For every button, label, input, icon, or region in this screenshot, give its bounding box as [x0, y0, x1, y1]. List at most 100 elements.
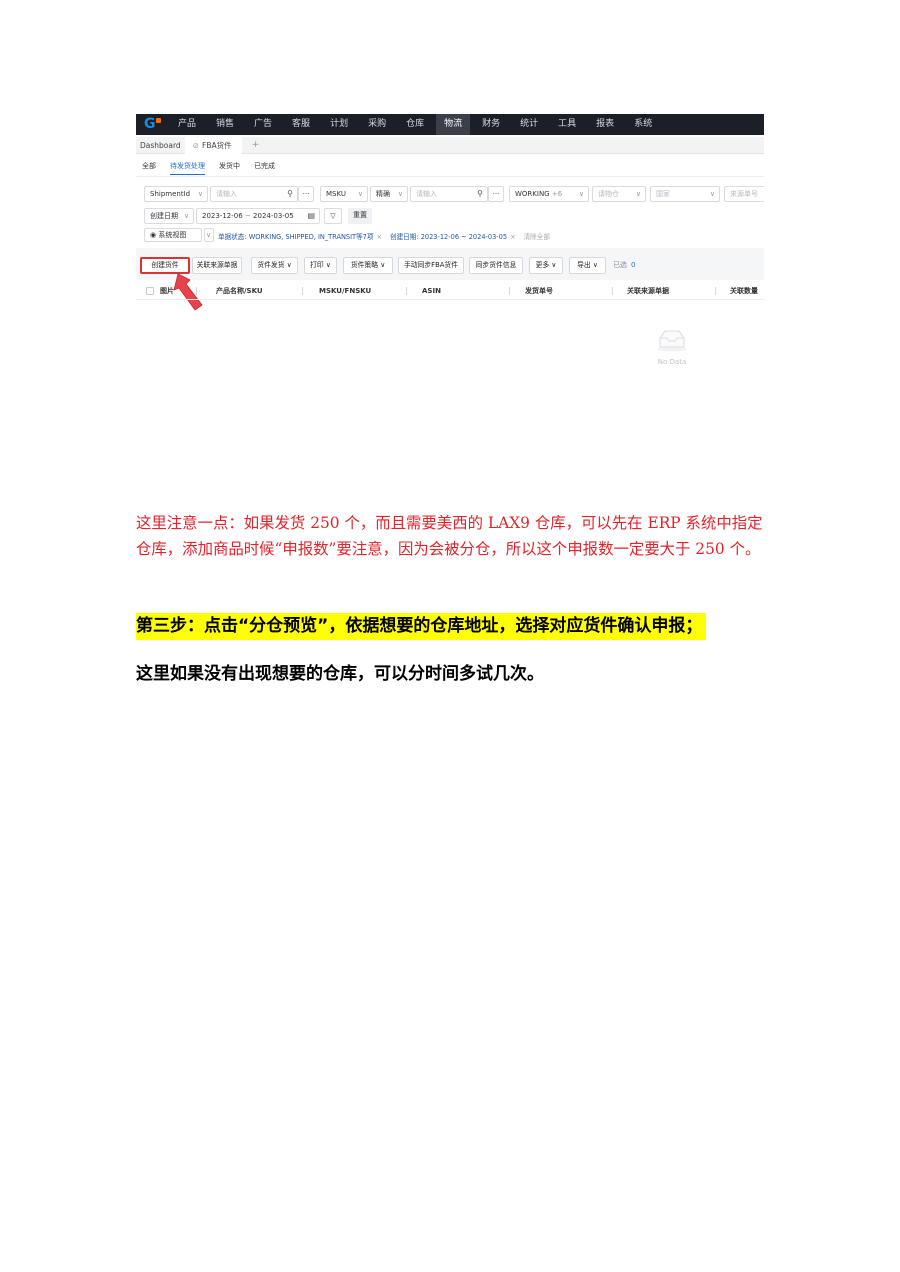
nav-item-plan[interactable]: 计划 — [322, 114, 356, 135]
chevron-down-icon: ∨ — [325, 261, 331, 269]
export-button[interactable]: 导出 ∨ — [569, 257, 606, 274]
logistics-select[interactable]: 请物仓 ∨ — [592, 186, 646, 202]
shipment-id-select[interactable]: ShipmentId ∨ — [144, 186, 208, 202]
date-chip[interactable]: 创建日期: 2023-12-06 ~ 2024-03-05 × — [390, 231, 516, 241]
add-tab-button[interactable]: + — [252, 140, 260, 150]
pin-icon: ⊘ — [192, 140, 199, 150]
nav-item-stats[interactable]: 统计 — [512, 114, 546, 135]
view-dropdown[interactable]: ∨ — [204, 228, 214, 242]
manual-sync-button[interactable]: 手动同步FBA货件 — [398, 257, 464, 274]
nav-item-tools[interactable]: 工具 — [550, 114, 584, 135]
selected-count: 已选 0 — [613, 257, 635, 274]
col-asin: ASIN — [422, 287, 441, 295]
tab-fba-label: FBA货件 — [202, 140, 232, 150]
nav-item-product[interactable]: 产品 — [170, 114, 204, 135]
system-view-label: 系统视图 — [158, 231, 187, 239]
divider — [136, 176, 764, 177]
date-type-select[interactable]: 创建日期 ∨ — [144, 208, 194, 224]
chevron-down-icon: ∨ — [551, 261, 557, 269]
source-no-placeholder: 来源单号 — [730, 190, 758, 198]
nav-item-logistics[interactable]: 物流 — [436, 114, 471, 135]
column-divider — [196, 287, 197, 295]
status-more-count: +6 — [551, 190, 563, 198]
nav-item-purchase[interactable]: 采购 — [360, 114, 394, 135]
tab-fba-shipment[interactable]: ⊘ FBA货件 — [184, 136, 242, 154]
nav-item-sales[interactable]: 销售 — [208, 114, 242, 135]
msku-label: MSKU — [326, 190, 347, 198]
shipment-dispatch-button[interactable]: 货件发货 ∨ — [251, 257, 298, 274]
msku-input[interactable]: 请输入 ⚲ — [410, 186, 488, 202]
shipment-id-label: ShipmentId — [150, 190, 191, 198]
status-chip-label: 单据状态: WORKING, SHIPPED, IN_TRANSIT等7项 — [218, 233, 374, 241]
advanced-filter-button[interactable]: ▽ — [324, 208, 342, 224]
more-options-button[interactable]: ··· — [488, 186, 504, 202]
col-linked-qty: 关联数量 — [730, 287, 758, 295]
country-select[interactable]: 国家 ∨ — [650, 186, 720, 202]
strategy-label: 货件策略 — [350, 261, 379, 269]
more-options-button[interactable]: ··· — [298, 186, 314, 202]
chevron-down-icon: ∨ — [286, 261, 292, 269]
col-shipment-no: 发货单号 — [525, 287, 553, 295]
country-placeholder: 国家 — [656, 190, 670, 198]
date-range-picker[interactable]: 2023-12-06 ~ 2024-03-05 ▤ — [196, 208, 320, 224]
shipment-strategy-button[interactable]: 货件策略 ∨ — [343, 257, 393, 274]
date-start: 2023-12-06 — [202, 212, 243, 220]
top-nav-bar: G 产品 销售 广告 客服 计划 采购 仓库 物流 财务 统计 工具 报表 系统 — [136, 114, 764, 135]
tab-dashboard[interactable]: Dashboard — [136, 137, 185, 154]
msku-select[interactable]: MSKU ∨ — [320, 186, 368, 202]
col-source-doc: 关联来源单据 — [627, 287, 669, 295]
nav-item-warehouse[interactable]: 仓库 — [398, 114, 432, 135]
subtab-done[interactable]: 已完成 — [254, 161, 275, 175]
chevron-down-icon: ∨ — [709, 190, 715, 198]
step-three-heading: 第三步：点击“分仓预览”，依据想要的仓库地址，选择对应货件确认申报； — [136, 613, 707, 640]
column-divider — [509, 287, 510, 295]
nav-item-finance[interactable]: 财务 — [474, 114, 508, 135]
close-icon[interactable]: × — [376, 233, 382, 241]
subtab-all[interactable]: 全部 — [142, 161, 156, 175]
nav-item-reports[interactable]: 报表 — [588, 114, 622, 135]
source-no-input[interactable]: 来源单号 — [724, 186, 764, 202]
selected-value: 0 — [631, 261, 636, 269]
status-chip[interactable]: 单据状态: WORKING, SHIPPED, IN_TRANSIT等7项 × — [218, 231, 382, 241]
app-logo[interactable]: G — [136, 114, 166, 135]
search-icon: ⚲ — [477, 189, 483, 198]
reset-button[interactable]: 重置 — [348, 208, 372, 224]
more-button[interactable]: 更多 ∨ — [529, 257, 563, 274]
subtab-shipping[interactable]: 发货中 — [219, 161, 240, 175]
eye-icon: ◉ — [150, 231, 157, 239]
clear-all-link[interactable]: 清除全部 — [524, 231, 550, 241]
print-button[interactable]: 打印 ∨ — [304, 257, 337, 274]
chevron-down-icon: ∨ — [380, 261, 386, 269]
chevron-down-icon: ∨ — [578, 190, 584, 198]
calendar-icon: ▤ — [307, 211, 315, 220]
print-label: 打印 — [310, 261, 324, 269]
chevron-down-icon: ∨ — [197, 190, 203, 198]
match-mode-select[interactable]: 精确 ∨ — [370, 186, 408, 202]
col-msku-fnsku: MSKU/FNSKU — [319, 287, 372, 295]
retry-note: 这里如果没有出现想要的仓库，可以分时间多试几次。 — [136, 664, 544, 684]
empty-inbox-icon — [657, 330, 687, 352]
subtab-pending[interactable]: 待发货处理 — [170, 161, 205, 175]
status-value: WORKING — [515, 190, 550, 198]
system-view-select[interactable]: ◉ 系统视图 — [144, 228, 202, 242]
export-label: 导出 — [577, 261, 591, 269]
nav-item-system[interactable]: 系统 — [626, 114, 660, 135]
date-separator: ~ — [244, 212, 251, 220]
reset-label: 重置 — [353, 211, 367, 219]
nav-item-ads[interactable]: 广告 — [246, 114, 280, 135]
status-select[interactable]: WORKING +6 ∨ — [509, 186, 589, 202]
sync-info-button[interactable]: 同步货件信息 — [469, 257, 523, 274]
chevron-down-icon: ∨ — [635, 190, 641, 198]
warning-paragraph: 这里注意一点：如果发货 250 个，而且需要美西的 LAX9 仓库，可以先在 E… — [136, 514, 763, 558]
select-all-checkbox[interactable] — [146, 287, 154, 295]
nav-item-service[interactable]: 客服 — [284, 114, 318, 135]
date-type-label: 创建日期 — [150, 212, 178, 220]
active-filter-chips: 单据状态: WORKING, SHIPPED, IN_TRANSIT等7项 × 创… — [218, 230, 550, 242]
table-header: 图片 产品名称/SKU MSKU/FNSKU ASIN 发货单号 关联来源单据 … — [136, 282, 764, 300]
shipment-id-input[interactable]: 请输入 ⚲ — [210, 186, 298, 202]
empty-state: No Data — [648, 328, 696, 366]
col-product-sku: 产品名称/SKU — [216, 287, 263, 295]
close-icon[interactable]: × — [510, 233, 516, 241]
ellipsis-icon: ··· — [302, 190, 310, 198]
page-tab-bar: Dashboard ⊘ FBA货件 + — [136, 136, 764, 154]
